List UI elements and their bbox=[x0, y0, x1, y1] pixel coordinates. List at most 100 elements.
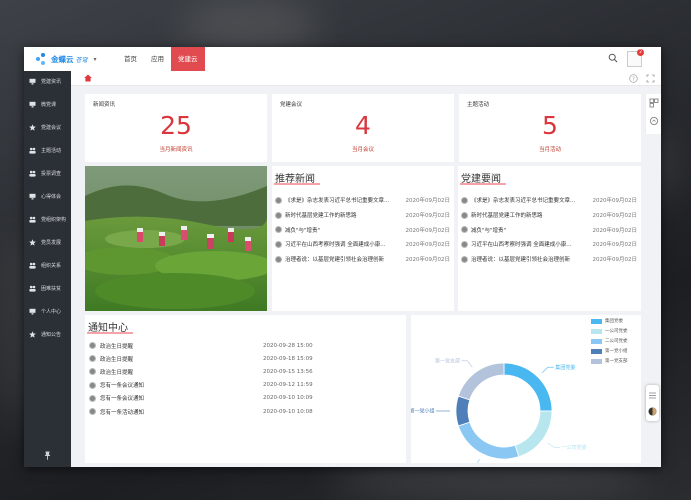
sidebar-item-theme-activity[interactable]: 主题活动 bbox=[24, 143, 71, 157]
fullscreen-icon[interactable] bbox=[646, 74, 655, 83]
menu-icon[interactable] bbox=[648, 391, 657, 400]
home-icon[interactable] bbox=[84, 74, 92, 82]
list-item[interactable]: 减负"与"增责" 2020年09月02日 bbox=[461, 222, 637, 237]
svg-text:?: ? bbox=[632, 76, 635, 82]
legend-item[interactable]: 集团党委 bbox=[591, 318, 623, 324]
bullet-icon bbox=[89, 381, 96, 389]
bullet-icon bbox=[89, 342, 96, 350]
list-item[interactable]: 新时代基层党建工作的新思路 2020年09月02日 bbox=[275, 208, 450, 223]
donut-slice[interactable] bbox=[457, 362, 505, 401]
legend-item[interactable]: 第一党小组 bbox=[591, 348, 628, 354]
sidebar-item-vote-survey[interactable]: 投票调查 bbox=[24, 166, 71, 180]
donut-slice[interactable] bbox=[457, 421, 520, 460]
sidebar-item-poverty-relief[interactable]: 困难扶贫 bbox=[24, 281, 71, 295]
legend-item[interactable]: 一公司党委 bbox=[591, 328, 628, 334]
stat-card-activity[interactable]: 主题活动 5 当月活动 bbox=[459, 94, 641, 162]
bullet-icon bbox=[89, 368, 96, 376]
pin-icon[interactable] bbox=[43, 451, 52, 460]
list-item[interactable]: 您有一条会议通知 2020-09-12 11:59 bbox=[89, 379, 315, 392]
list-item[interactable]: 治理者说：以基层党建引领社会治理创新 2020年09月02日 bbox=[461, 252, 637, 267]
list-item[interactable]: 新时代基层党建工作的新思路 2020年09月02日 bbox=[461, 208, 637, 223]
sidebar-item-org-relations[interactable]: 组织关系 bbox=[24, 258, 71, 272]
stat-title: 党建会议 bbox=[280, 102, 303, 108]
list-item[interactable]: 政治生日提醒 2020-09-15 13:56 bbox=[89, 365, 315, 378]
sidebar-item-member-development[interactable]: 党员发展 bbox=[24, 235, 71, 249]
stat-card-news[interactable]: 新闻资讯 25 当月新闻资讯 bbox=[85, 94, 267, 162]
donut-slice[interactable] bbox=[455, 395, 471, 427]
sidebar-item-party-news[interactable]: 党建资讯 bbox=[24, 74, 71, 88]
list-item[interactable]: 您有一条活动通知 2020-09-10 10:08 bbox=[89, 405, 315, 418]
notice-list: 政治生日提醒 2020-09-28 15:00 政治生日提醒 2020-09-18 … bbox=[89, 339, 315, 418]
list-item[interactable]: 政治生日提醒 2020-09-18 15:09 bbox=[89, 352, 315, 365]
sidebar-item-micro-lesson[interactable]: 微党课 bbox=[24, 97, 71, 111]
list-item[interactable]: 《求是》杂志发表习近平总书记重要文章... 2020年09月02日 bbox=[461, 193, 637, 208]
layout-icon[interactable] bbox=[649, 98, 659, 108]
sidebar-item-label: 心得体会 bbox=[41, 193, 62, 200]
legend-swatch bbox=[591, 358, 602, 364]
list-item[interactable]: 治理者说：以基层党建引领社会治理创新 2020年09月02日 bbox=[275, 252, 450, 267]
sidebar-item-label: 组织关系 bbox=[41, 262, 62, 269]
sidebar-item-experience[interactable]: 心得体会 bbox=[24, 189, 71, 203]
sidebar-item-party-meeting[interactable]: 党建会议 bbox=[24, 120, 71, 134]
news-list: 《求是》杂志发表习近平总书记重要文章... 2020年09月02日 新时代基层党建… bbox=[275, 193, 450, 266]
bullet-icon bbox=[89, 408, 96, 416]
sidebar-item-label: 党建资讯 bbox=[41, 78, 62, 85]
monitor-icon bbox=[29, 193, 36, 200]
list-item[interactable]: 习近平在山西考察时强调 全面建成小康... 2020年09月02日 bbox=[275, 237, 450, 252]
stat-value: 4 bbox=[355, 111, 371, 140]
legend-swatch bbox=[591, 318, 602, 324]
legend-item[interactable]: 第一党支部 bbox=[591, 358, 628, 364]
bullet-icon bbox=[461, 240, 468, 248]
stat-value: 5 bbox=[542, 111, 558, 140]
search-icon[interactable] bbox=[608, 53, 618, 63]
news-banner-image[interactable] bbox=[85, 166, 267, 311]
star-icon bbox=[29, 123, 36, 131]
monitor-icon bbox=[29, 101, 36, 108]
star-icon bbox=[29, 238, 36, 246]
theme-icon[interactable] bbox=[648, 407, 657, 416]
sidebar-item-label: 党组织架构 bbox=[41, 216, 67, 223]
list-item[interactable]: 习近平在山西考察时强调 全面建成小康... 2020年09月02日 bbox=[461, 237, 637, 252]
slice-label: 第一党支部 bbox=[435, 357, 460, 364]
group-icon bbox=[29, 170, 36, 177]
stat-label: 当月活动 bbox=[538, 147, 561, 153]
legend-swatch bbox=[591, 338, 602, 344]
list-item[interactable]: 《求是》杂志发表习近平总书记重要文章... 2020年09月02日 bbox=[275, 193, 450, 208]
bullet-icon bbox=[275, 196, 282, 204]
help-icon[interactable]: ? bbox=[629, 74, 638, 83]
star-icon bbox=[29, 330, 36, 338]
list-item[interactable]: 您有一条会议通知 2020-09-10 10:09 bbox=[89, 392, 315, 405]
notification-badge: 2 bbox=[637, 49, 644, 56]
logo-subtext: 苍穹 bbox=[75, 56, 88, 64]
sidebar-item-announcements[interactable]: 通知公告 bbox=[24, 327, 71, 341]
list-item[interactable]: 减负"与"增责" 2020年09月02日 bbox=[275, 222, 450, 237]
chevron-down-icon[interactable]: ▾ bbox=[94, 56, 97, 63]
sidebar-item-label: 通知公告 bbox=[41, 331, 62, 338]
monitor-icon bbox=[29, 308, 36, 315]
stat-card-meeting[interactable]: 党建会议 4 当月会议 bbox=[272, 94, 454, 162]
sidebar-item-personal-center[interactable]: 个人中心 bbox=[24, 304, 71, 318]
breadcrumb: ? bbox=[71, 71, 661, 86]
bullet-icon bbox=[461, 255, 468, 263]
logo[interactable]: 金蝶云 苍穹 ▾ bbox=[36, 53, 97, 65]
bullet-icon bbox=[461, 226, 468, 234]
slice-label-leader bbox=[547, 442, 561, 448]
notice-center-panel: 通知中心 政治生日提醒 2020-09-28 15:00 政治生日提醒 2020-0… bbox=[85, 315, 406, 463]
refresh-icon[interactable] bbox=[649, 116, 659, 126]
sidebar: 党建资讯 微党课 党建会议 主题活动 投票调查 心得体会 党组织架构 党员发展 … bbox=[24, 71, 71, 467]
list-item[interactable]: 政治生日提醒 2020-09-28 15:00 bbox=[89, 339, 315, 352]
title-underline bbox=[460, 183, 506, 185]
nav-apps[interactable]: 应用 bbox=[144, 47, 171, 71]
sidebar-item-label: 党员发展 bbox=[41, 239, 62, 246]
sidebar-item-label: 个人中心 bbox=[41, 308, 62, 315]
donut-slice[interactable] bbox=[514, 410, 553, 458]
legend-swatch bbox=[591, 348, 602, 354]
stat-title: 新闻资讯 bbox=[93, 102, 116, 108]
top-bar: 金蝶云 苍穹 ▾ 首页 应用 党建云 2 bbox=[24, 47, 661, 72]
nav-party-cloud[interactable]: 党建云 bbox=[171, 47, 205, 71]
floating-tool-button[interactable] bbox=[646, 385, 659, 421]
legend-item[interactable]: 二公司党委 bbox=[591, 338, 628, 344]
sidebar-item-org-structure[interactable]: 党组织架构 bbox=[24, 212, 71, 226]
nav-home[interactable]: 首页 bbox=[117, 47, 144, 71]
bullet-icon bbox=[275, 255, 282, 263]
